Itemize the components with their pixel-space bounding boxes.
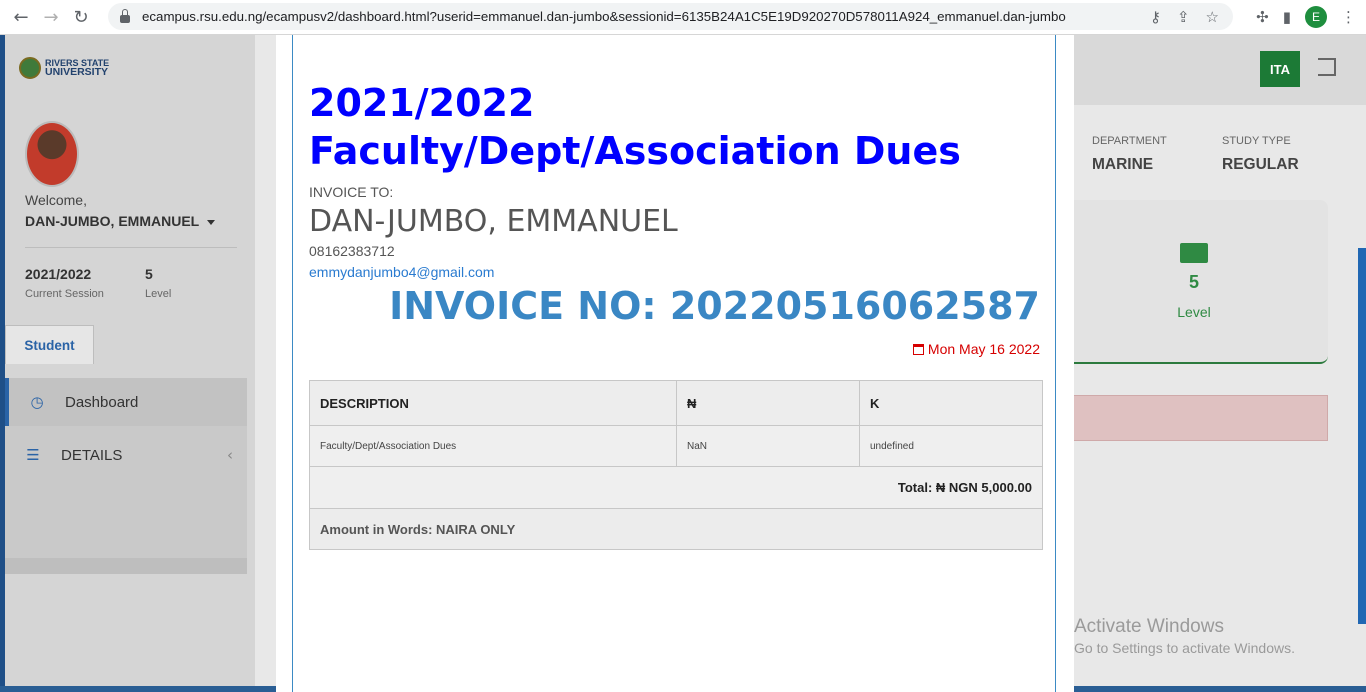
activation-watermark-subtitle: Go to Settings to activate Windows.: [1074, 640, 1295, 656]
side-panel-icon[interactable]: ▮: [1283, 8, 1291, 26]
level-label: Level: [145, 288, 172, 300]
total-row: Total: ₦ NGN 5,000.00: [309, 466, 1043, 509]
invoice-modal: 2021/2022 Faculty/Dept/Association Dues …: [276, 35, 1074, 692]
invoice-phone: 08162383712: [309, 243, 395, 259]
welcome-text: Welcome,: [25, 192, 87, 208]
star-icon[interactable]: ☆: [1206, 8, 1219, 26]
lock-icon[interactable]: [120, 8, 130, 23]
profile-avatar[interactable]: E: [1305, 6, 1327, 28]
sidebar-item-details[interactable]: ☰ DETAILS ‹: [5, 431, 247, 479]
address-bar[interactable]: ecampus.rsu.edu.ng/ecampusv2/dashboard.h…: [108, 3, 1233, 30]
calendar-icon: [912, 343, 924, 355]
level-card-label: Level: [1177, 304, 1211, 320]
sidebar: RIVERS STATE UNIVERSITY Welcome, DAN-JUM…: [5, 35, 255, 692]
row-naira: NaN: [676, 425, 860, 467]
column-header-kobo: K: [859, 380, 1043, 426]
dashboard-gauge-icon: ◷: [30, 393, 44, 411]
level-value: 5: [145, 266, 153, 282]
amount-in-words-row: Amount in Words: NAIRA ONLY: [309, 508, 1043, 550]
column-header-description: DESCRIPTION: [309, 380, 677, 426]
department-value: MARINE: [1092, 156, 1154, 173]
session-value: 2021/2022: [25, 266, 92, 282]
invoice-to-label: INVOICE TO:: [309, 184, 394, 200]
invoice-table: DESCRIPTION ₦ K Faculty/Dept/Association…: [309, 380, 1043, 550]
invoice-total: Total: ₦ NGN 5,000.00: [309, 466, 1043, 509]
scrollbar[interactable]: [1358, 248, 1366, 624]
menu-dots-icon[interactable]: ⋮: [1341, 8, 1356, 26]
table-header-row: DESCRIPTION ₦ K: [309, 380, 1043, 426]
table-row: Faculty/Dept/Association Dues NaN undefi…: [309, 425, 1043, 467]
invoice-email-link[interactable]: emmydanjumbo4@gmail.com: [309, 264, 494, 280]
invoice-customer-name: DAN-JUMBO, EMMANUEL: [309, 204, 678, 239]
study-type-label: STUDY TYPE: [1222, 135, 1291, 147]
column-header-naira: ₦: [676, 380, 860, 426]
alert-banner: [1074, 395, 1328, 441]
invoice-title: 2021/2022 Faculty/Dept/Association Dues: [309, 79, 961, 175]
back-icon[interactable]: ←: [6, 7, 36, 28]
invoice-title-session: 2021/2022: [309, 81, 535, 125]
row-description: Faculty/Dept/Association Dues: [309, 425, 677, 467]
reload-icon[interactable]: ↻: [66, 7, 96, 28]
invoice-date: Mon May 16 2022: [912, 341, 1040, 357]
url-text[interactable]: ecampus.rsu.edu.ng/ecampusv2/dashboard.h…: [142, 9, 1066, 24]
amount-in-words: Amount in Words: NAIRA ONLY: [309, 508, 1043, 550]
key-icon[interactable]: ⚷: [1150, 8, 1161, 26]
university-logo[interactable]: RIVERS STATE UNIVERSITY: [19, 57, 109, 79]
session-label: Current Session: [25, 288, 104, 300]
department-label: DEPARTMENT: [1092, 135, 1167, 147]
invoice-date-text: Mon May 16 2022: [927, 341, 1040, 357]
invoice-document: 2021/2022 Faculty/Dept/Association Dues …: [292, 35, 1056, 692]
tab-student[interactable]: Student: [5, 325, 94, 364]
folder-open-icon: [1180, 243, 1208, 263]
user-name-dropdown[interactable]: DAN-JUMBO, EMMANUEL: [25, 213, 215, 229]
sidebar-item-dashboard[interactable]: ◷ Dashboard: [5, 378, 247, 426]
sidebar-footer: [5, 558, 247, 574]
invoice-title-name: Faculty/Dept/Association Dues: [309, 129, 961, 173]
row-kobo: undefined: [859, 425, 1043, 467]
sidebar-menu: ◷ Dashboard ☰ DETAILS ‹: [5, 378, 247, 558]
user-badge-button[interactable]: ITA: [1260, 51, 1300, 87]
forward-icon[interactable]: →: [36, 7, 66, 28]
level-card-value: 5: [1188, 272, 1199, 292]
extensions-icon[interactable]: ✣: [1256, 8, 1269, 26]
avatar: [25, 121, 79, 187]
list-icon: ☰: [26, 446, 40, 464]
sidebar-item-label: Dashboard: [65, 393, 139, 411]
share-icon[interactable]: ⇪: [1177, 8, 1190, 26]
chevron-left-icon: ‹: [227, 446, 233, 464]
activation-watermark-title: Activate Windows: [1074, 616, 1224, 637]
divider: [25, 247, 237, 248]
logout-icon[interactable]: [1318, 58, 1336, 76]
logo-line2: UNIVERSITY: [45, 66, 109, 78]
invoice-number: INVOICE NO: 20220516062587: [389, 284, 1040, 328]
seal-icon: [19, 57, 41, 79]
study-type-value: REGULAR: [1222, 156, 1299, 173]
sidebar-item-label: DETAILS: [61, 446, 123, 464]
browser-toolbar: ← → ↻ ecampus.rsu.edu.ng/ecampusv2/dashb…: [0, 0, 1366, 35]
